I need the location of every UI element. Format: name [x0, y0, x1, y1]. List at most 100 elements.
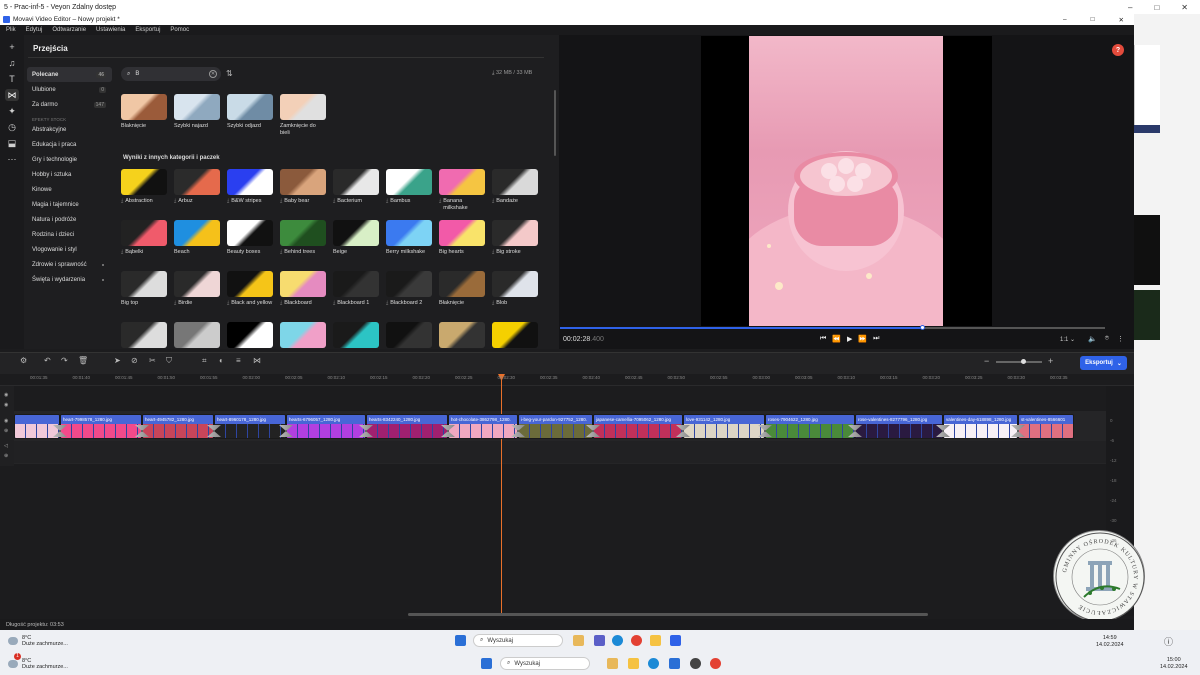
transition-tile[interactable]: ⤓ Blackboard [280, 271, 326, 307]
transition-tile[interactable]: ⤓ Behind trees [280, 220, 326, 256]
taskbar-clock[interactable]: 14:59 14.02.2024 [1096, 635, 1124, 649]
transition-tile[interactable]: Berry milkshake [386, 220, 432, 256]
veyon-icon[interactable] [690, 658, 701, 669]
transition-tile[interactable]: ⤓ Banana milkshake [439, 169, 485, 212]
cut-icon[interactable]: ✂ [149, 356, 156, 365]
transition-tool-icon[interactable]: ⋈ [253, 356, 261, 365]
transition-tile[interactable]: ⤓ Abstraction [121, 169, 167, 205]
speaker-icon[interactable]: ◁ [4, 443, 8, 449]
category-item[interactable]: Magia i tajemnice [27, 197, 112, 212]
timeline-clip[interactable]: hearts-8342240_1280.jpg [366, 414, 448, 439]
redo-icon[interactable]: ↷ [61, 356, 68, 365]
category-item[interactable]: Abstrakcyjne [27, 122, 112, 137]
transition-tile[interactable]: Zamknięcie do bieli [280, 94, 326, 137]
timeline-clip[interactable]: i-beg-your-pardon-927752_1280. [518, 414, 593, 439]
host-minimize-button[interactable]: – [1128, 3, 1132, 12]
crop-icon[interactable]: ⌗ [202, 356, 207, 366]
transition-tile[interactable]: ⤓ Bandaże [492, 169, 538, 205]
select-tool-icon[interactable]: ➤ [114, 356, 121, 365]
category-item[interactable]: Hobby i sztuka [27, 167, 112, 182]
info-icon[interactable]: ⓘ [1164, 635, 1173, 648]
transition-tile[interactable]: Beach [174, 220, 220, 256]
transition-tile[interactable]: Beige [333, 220, 379, 256]
app-close-button[interactable]: ✕ [1119, 16, 1124, 24]
store-icon[interactable] [669, 658, 680, 669]
weather-widget[interactable]: 8°C Duże zachmurze... [8, 635, 68, 647]
timeline-clip[interactable]: hearts-6796057_1280.jpg [286, 414, 366, 439]
sticker-icon[interactable]: ⬓ [5, 137, 19, 149]
transition-tile[interactable]: Szybki najazd [174, 94, 220, 130]
music-icon[interactable]: ♫ [5, 57, 19, 69]
category-favorites[interactable]: Ulubione 0 [27, 82, 112, 97]
category-item[interactable]: Kinowe [27, 182, 112, 197]
transition-tile[interactable] [386, 322, 432, 351]
adjust-icon[interactable]: ◐ [219, 356, 224, 365]
transition-tile[interactable]: ⤓ Blackboard 1 [333, 271, 379, 307]
transition-tile[interactable]: ⤓ Black and yellow [227, 271, 273, 307]
category-item[interactable]: Edukacja i praca [27, 137, 112, 152]
magic-icon[interactable]: ✦ [5, 105, 19, 117]
transition-tile[interactable]: Blaknięcie [121, 94, 167, 130]
transition-tile[interactable]: Big top [121, 271, 167, 307]
transition-tile[interactable]: ⤓ Birdie [174, 271, 220, 307]
transition-tile[interactable]: ⤓ B&W stripes [227, 169, 273, 205]
menu-file[interactable]: Plik [6, 27, 16, 33]
timeline-scrollbar[interactable] [408, 613, 928, 616]
playback-progress-handle[interactable] [920, 325, 925, 330]
timeline-clip[interactable]: heart-4945782_1280.jpg [142, 414, 214, 439]
transition-tile[interactable]: Szybki odjazd [227, 94, 273, 130]
folder-icon[interactable] [650, 635, 661, 646]
volume-icon[interactable]: 🔈 [1088, 335, 1097, 343]
menu-playback[interactable]: Odtwarzanie [52, 27, 86, 33]
play-icon[interactable]: ▶ [847, 335, 852, 343]
host-maximize-button[interactable]: □ [1154, 3, 1159, 12]
timeline-clip[interactable]: rose-valentines-8277796_1280.jpg [855, 414, 943, 439]
razor-icon[interactable]: ⊘ [131, 356, 138, 365]
category-featured[interactable]: Polecane 46 [27, 67, 112, 82]
transition-tile[interactable]: ⤓ Bambus [386, 169, 432, 205]
sort-icon[interactable]: ⇅ [226, 69, 233, 78]
category-item[interactable]: Rodzina i dzieci [27, 227, 112, 242]
menu-export[interactable]: Eksportuj [135, 27, 160, 33]
lock-icon[interactable]: ⊕ [4, 453, 8, 459]
transition-tile[interactable] [492, 322, 538, 351]
timeline-zoom-handle[interactable] [1021, 359, 1026, 364]
transition-tile[interactable]: ⤓ Baby bear [280, 169, 326, 205]
search-input[interactable]: ⌕ B ✕ [121, 67, 221, 81]
preview-frame[interactable] [749, 36, 943, 326]
text-icon[interactable]: T [5, 73, 19, 85]
chrome-icon[interactable] [710, 658, 721, 669]
help-button[interactable]: ? [1112, 44, 1124, 56]
panel-scrollbar[interactable] [554, 90, 556, 156]
transition-tile[interactable] [121, 322, 167, 351]
edge-icon[interactable] [648, 658, 659, 669]
movavi-taskbar-icon[interactable] [670, 635, 681, 646]
transition-icon[interactable]: ⋈ [5, 89, 19, 101]
timeline-clip[interactable]: hot-chocolate-3862798_1280. [448, 414, 518, 439]
preview-zoom-select[interactable]: 1:1 ⌄ [1060, 336, 1075, 343]
menu-help[interactable]: Pomoc [170, 27, 189, 33]
timeline-clip[interactable]: valentines-day-618898_1280.jpg [943, 414, 1018, 439]
chrome-icon[interactable] [631, 635, 642, 646]
menu-edit[interactable]: Edytuj [26, 27, 43, 33]
plus-icon[interactable]: + [5, 41, 19, 53]
category-item[interactable]: Święta i wydarzenia [27, 272, 112, 287]
transition-tile[interactable] [439, 322, 485, 351]
file-explorer-icon[interactable] [573, 635, 584, 646]
skip-start-icon[interactable]: ⏮ [820, 335, 826, 343]
transition-tile[interactable]: Beauty boxes [227, 220, 273, 256]
transition-tile[interactable]: ⤓ Bąbelki [121, 220, 167, 256]
timeline-clip[interactable] [14, 414, 60, 439]
timeline-clip[interactable]: heart-8960178_1280.jpg [214, 414, 286, 439]
step-forward-icon[interactable]: ⏩ [858, 335, 867, 343]
transition-tile[interactable]: ⤓ Bacterium [333, 169, 379, 205]
timeline-clip[interactable]: japanese-camellia-7095062_1280.jpg [593, 414, 683, 439]
eye-icon[interactable]: ◉ [4, 418, 8, 424]
transition-tile[interactable]: ⤓ Blob [492, 271, 538, 307]
timeline-zoom-slider[interactable] [996, 361, 1042, 363]
transition-tile[interactable]: Big hearts [439, 220, 485, 256]
timeline-clip[interactable]: heart-7998578_1280.jpg [60, 414, 142, 439]
teams-icon[interactable] [594, 635, 605, 646]
category-item[interactable]: Gry i technologie [27, 152, 112, 167]
host-close-button[interactable]: ✕ [1181, 3, 1188, 12]
